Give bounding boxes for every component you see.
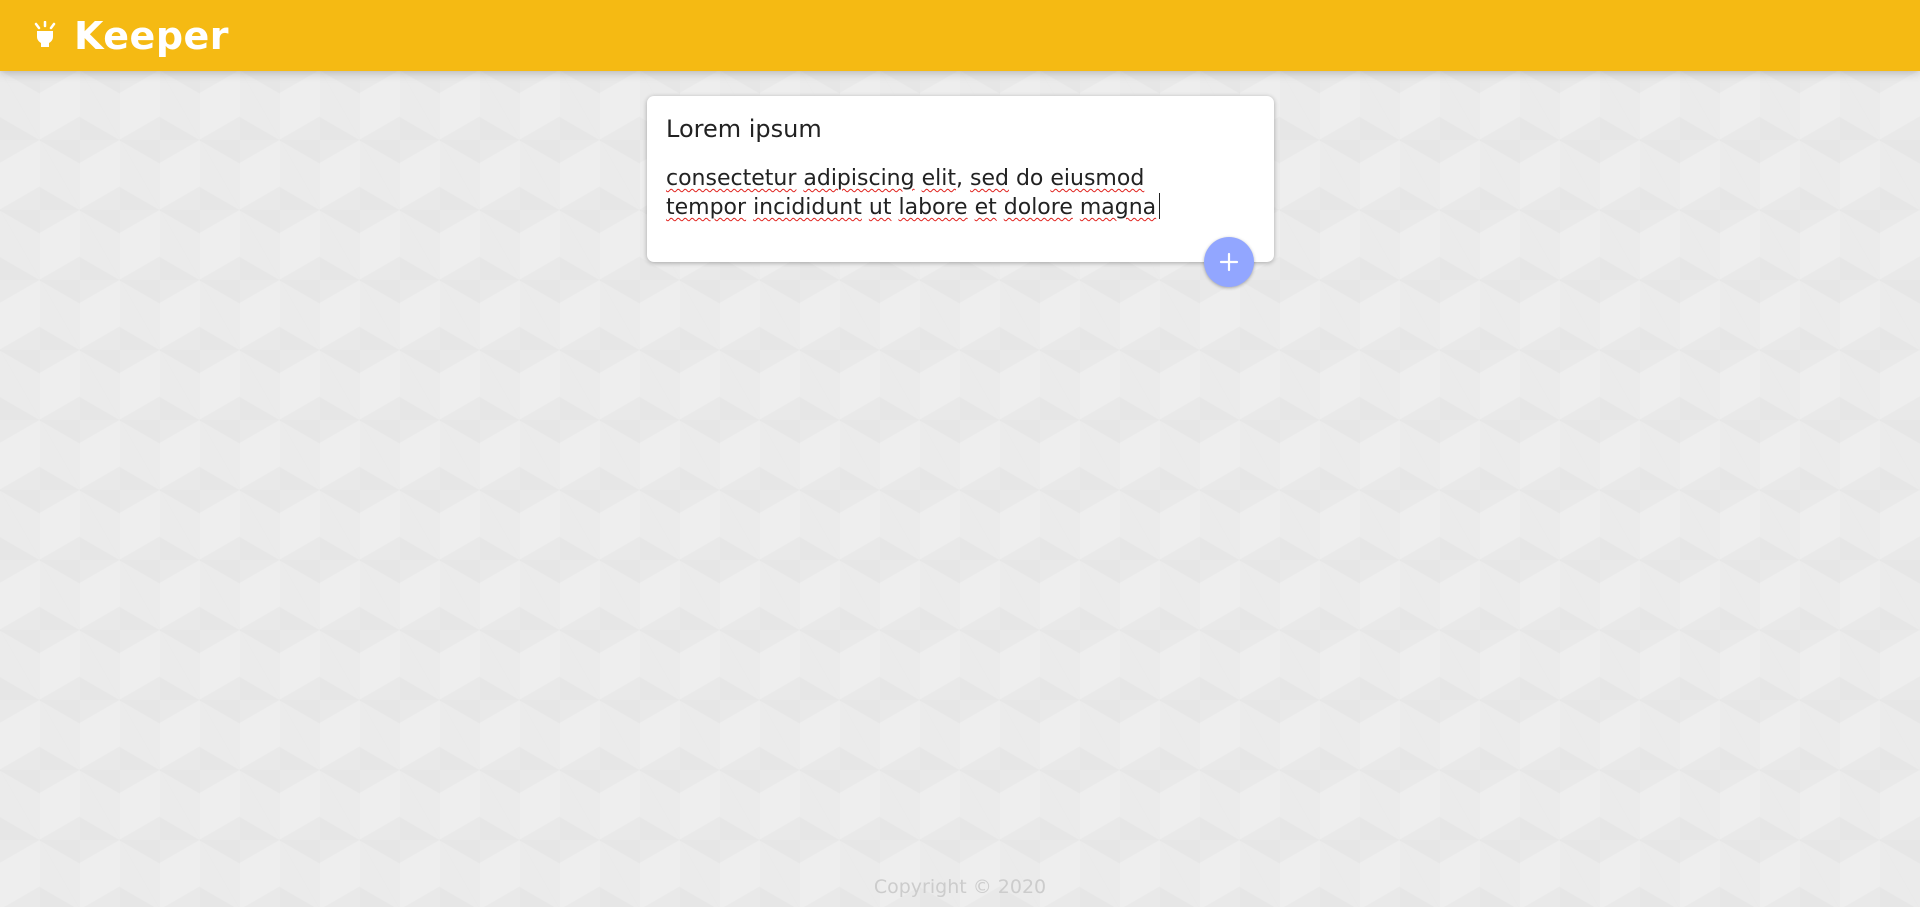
page-footer: Copyright © 2020 bbox=[0, 876, 1920, 898]
content-line: consectetur adipiscing elit, sed do eius… bbox=[666, 164, 1255, 193]
misspelled-word: et bbox=[974, 195, 997, 220]
app-header: Keeper bbox=[0, 0, 1920, 71]
content-text: do bbox=[1008, 166, 1051, 191]
content-text bbox=[862, 195, 869, 220]
content-text bbox=[968, 195, 975, 220]
misspelled-word: elit bbox=[921, 166, 956, 191]
content-text bbox=[997, 195, 1004, 220]
add-note-button[interactable] bbox=[1204, 237, 1254, 287]
misspelled-word: adipiscing bbox=[803, 166, 915, 191]
content-text bbox=[746, 195, 753, 220]
content-line: tempor incididunt ut labore et dolore ma… bbox=[666, 193, 1255, 222]
misspelled-word: eiusmod bbox=[1050, 166, 1145, 191]
app-title: Keeper bbox=[74, 13, 230, 58]
misspelled-word: tempor bbox=[666, 195, 747, 220]
misspelled-word: magna bbox=[1079, 195, 1157, 220]
text-caret bbox=[1159, 193, 1161, 219]
content-text bbox=[915, 166, 922, 191]
plus-icon bbox=[1219, 252, 1239, 272]
misspelled-word: consectetur bbox=[666, 166, 797, 191]
misspelled-word: labore bbox=[898, 195, 968, 220]
content-text: , bbox=[955, 166, 970, 191]
create-note-form: consectetur adipiscing elit, sed do eius… bbox=[647, 96, 1274, 262]
misspelled-word: incididunt bbox=[753, 195, 862, 220]
copyright-text: Copyright © 2020 bbox=[873, 876, 1047, 898]
note-title-input[interactable] bbox=[666, 114, 1255, 144]
misspelled-word: ut bbox=[868, 195, 892, 220]
note-content-textarea[interactable]: consectetur adipiscing elit, sed do eius… bbox=[666, 164, 1255, 226]
content-text bbox=[1073, 195, 1080, 220]
misspelled-word: dolore bbox=[1003, 195, 1073, 220]
misspelled-word: sed bbox=[969, 166, 1009, 191]
lightbulb-icon bbox=[32, 20, 58, 51]
